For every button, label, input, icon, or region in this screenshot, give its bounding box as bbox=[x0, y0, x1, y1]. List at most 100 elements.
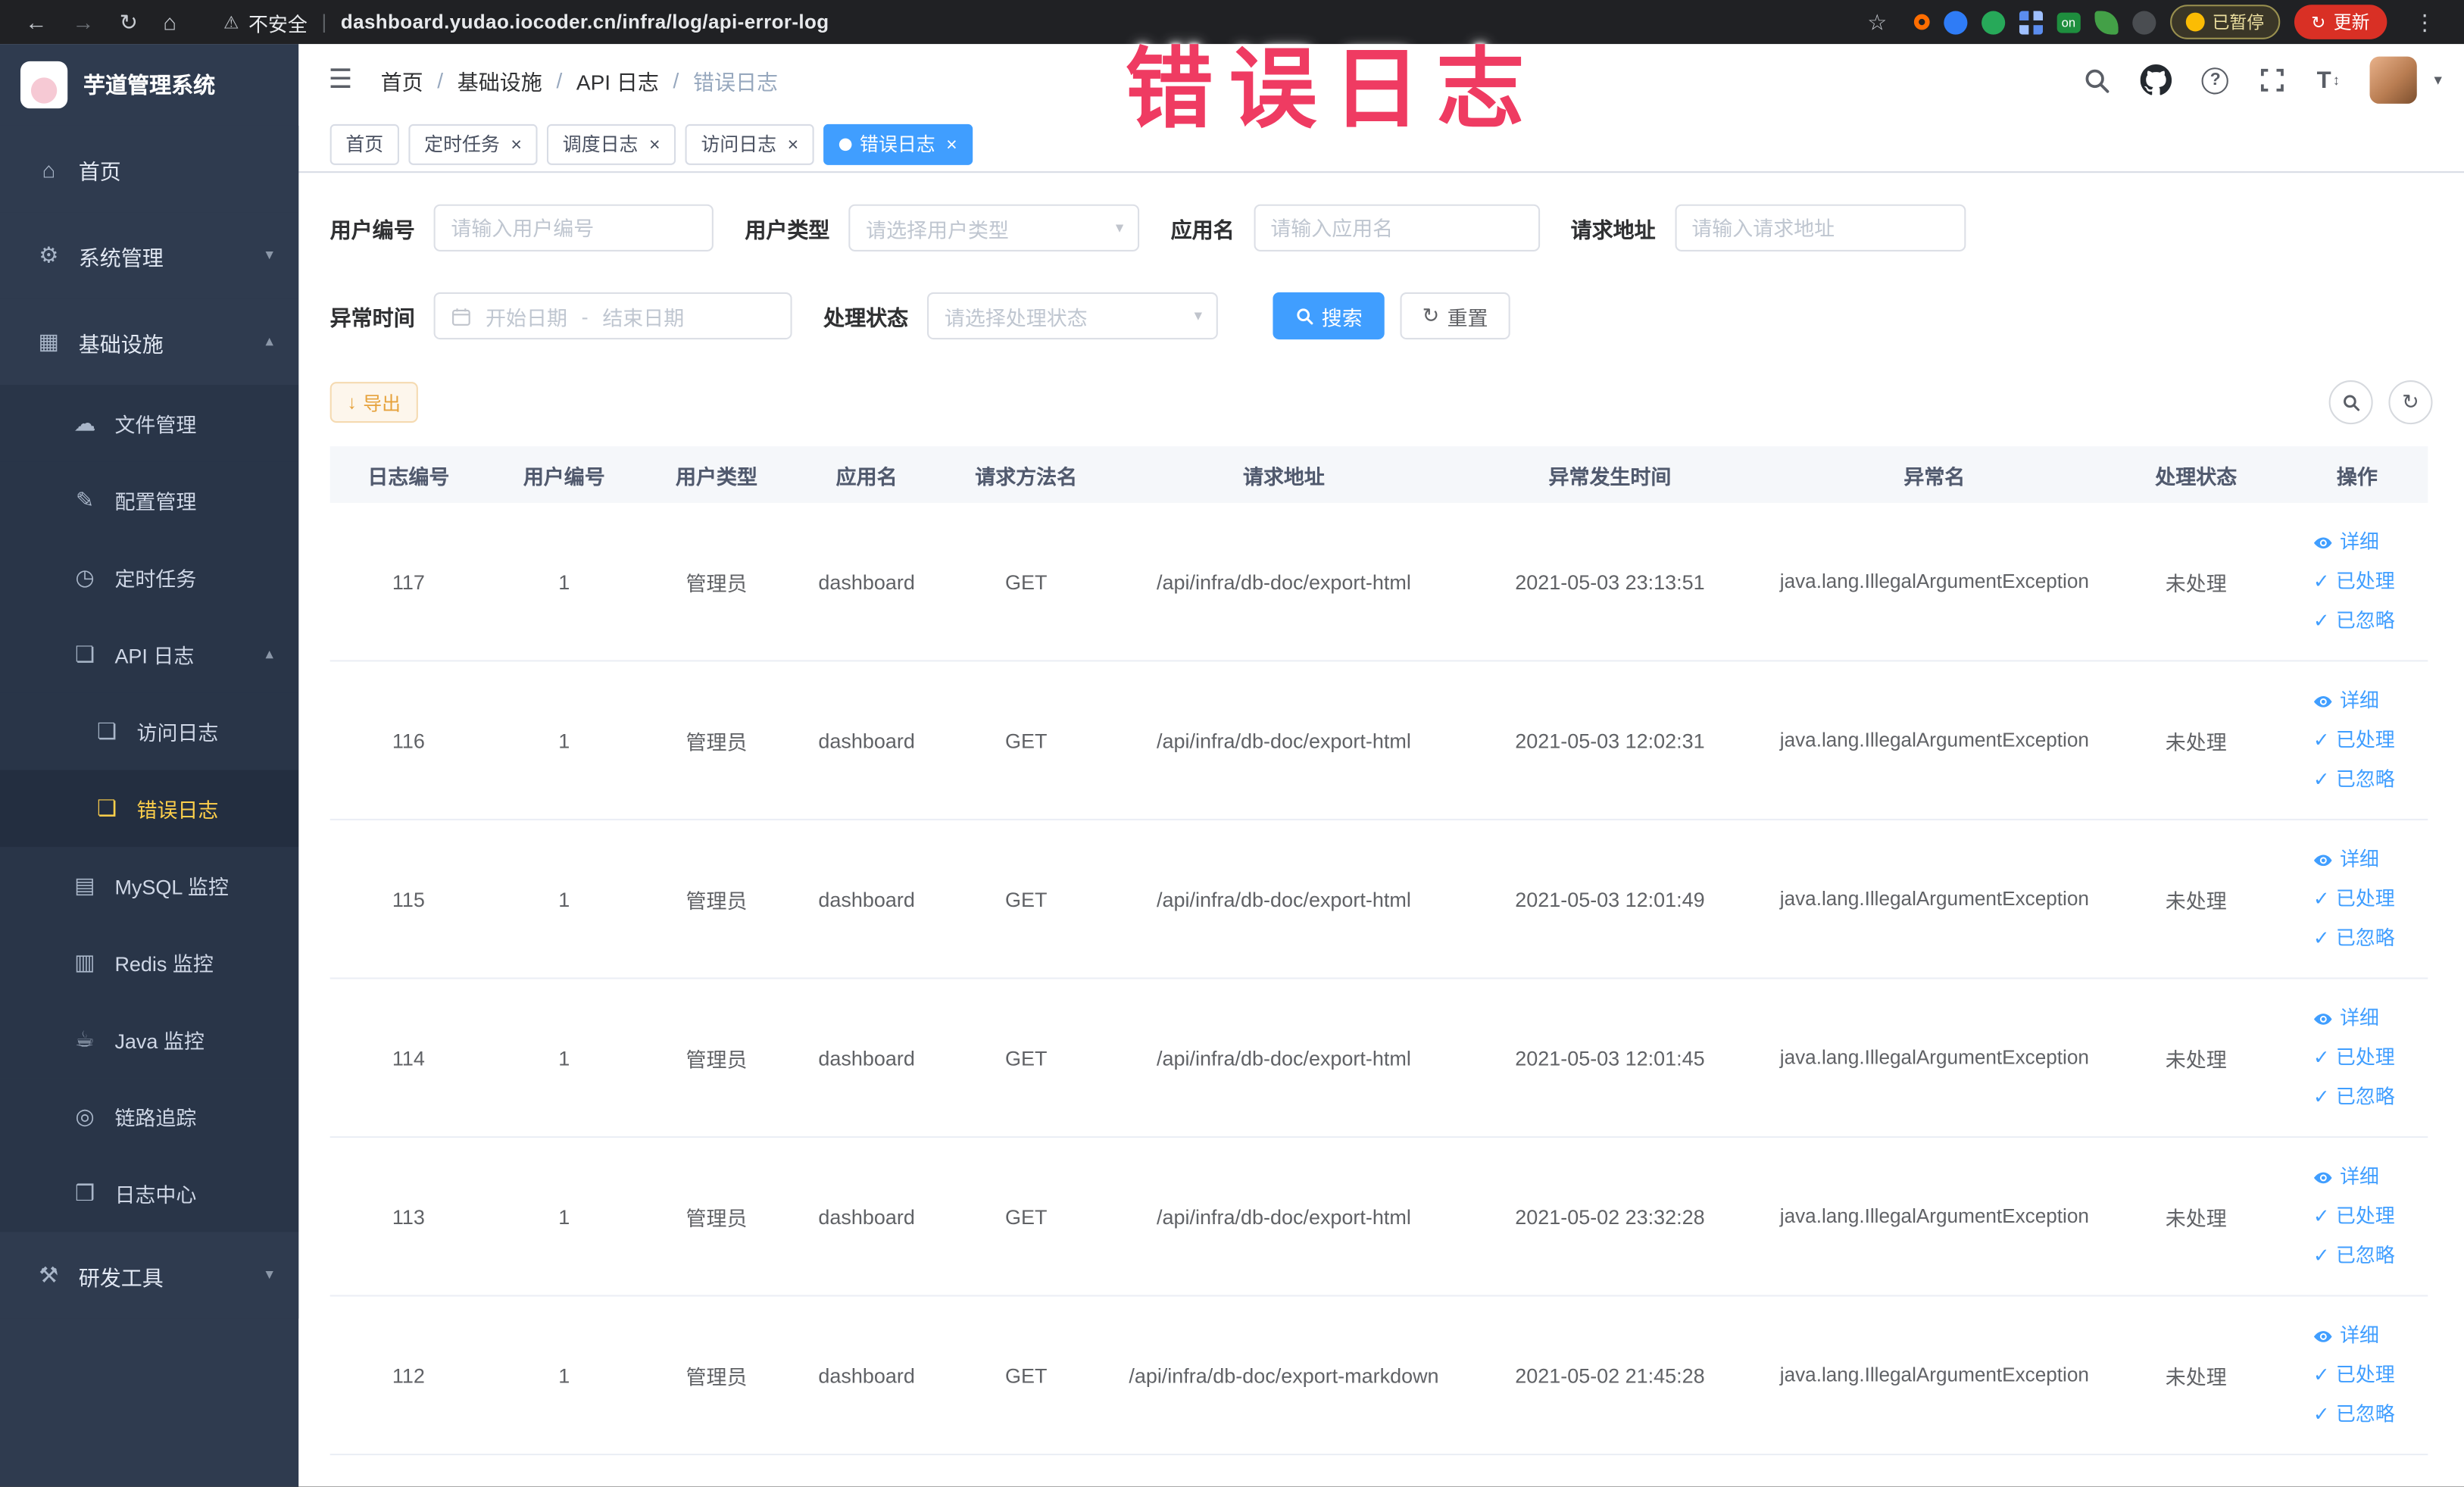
sidebar-item-system-management[interactable]: ⚙ 系统管理 ▾ bbox=[0, 212, 299, 299]
cell-method: GET bbox=[1004, 887, 1048, 911]
tab-scheduled-tasks[interactable]: 定时任务 × bbox=[408, 123, 538, 164]
blue-drop-extension-icon[interactable] bbox=[1944, 10, 1968, 34]
sidebar-item-label: 定时任务 bbox=[114, 567, 197, 592]
close-icon[interactable]: × bbox=[788, 134, 799, 153]
update-label: 更新 bbox=[2333, 14, 2370, 33]
back-icon[interactable]: ← bbox=[25, 9, 47, 34]
forward-icon[interactable]: → bbox=[72, 9, 94, 34]
blue-grid-extension-icon[interactable] bbox=[2019, 10, 2043, 34]
action-processed-link[interactable]: ✓ 已处理 bbox=[2313, 880, 2395, 918]
cell-id: 112 bbox=[392, 1363, 425, 1387]
action-processed-link[interactable]: ✓ 已处理 bbox=[2313, 563, 2395, 601]
process-status-select[interactable]: 请选择处理状态 ▾ bbox=[927, 292, 1218, 340]
sidebar-item-java-monitor[interactable]: ☕ Java 监控 bbox=[0, 1001, 299, 1079]
breadcrumb-item[interactable]: 基础设施 bbox=[458, 64, 542, 95]
table-toolbar: ↓ 导出 ↻ bbox=[329, 380, 2433, 425]
github-icon[interactable] bbox=[2141, 64, 2172, 95]
close-icon[interactable]: × bbox=[649, 134, 661, 153]
dark-paw-extension-icon[interactable] bbox=[2131, 10, 2156, 34]
user-id-input[interactable] bbox=[433, 204, 714, 251]
tab-error-log[interactable]: 错误日志 × bbox=[823, 123, 973, 164]
sidebar-item-file-management[interactable]: ☁ 文件管理 bbox=[0, 385, 299, 462]
tab-access-log[interactable]: 访问日志 × bbox=[685, 123, 814, 164]
green-leaf-extension-icon[interactable] bbox=[2094, 10, 2119, 34]
row-actions: 详细 ✓ 已处理 ✓ 已忽略 bbox=[2287, 1317, 2428, 1434]
action-detail-link[interactable]: 详细 bbox=[2313, 1158, 2379, 1196]
logo[interactable]: 芋道管理系统 bbox=[0, 44, 298, 126]
search-icon[interactable] bbox=[2082, 66, 2110, 94]
sidebar-toggle-icon[interactable]: ☰ bbox=[329, 64, 353, 95]
orange-ring-extension-icon[interactable] bbox=[1913, 14, 1930, 30]
refresh-table-button[interactable]: ↻ bbox=[2388, 380, 2433, 425]
paused-badge[interactable]: 已暂停 bbox=[2169, 5, 2280, 39]
action-processed-link[interactable]: ✓ 已处理 bbox=[2313, 721, 2395, 759]
action-ignored-link[interactable]: ✓ 已忽略 bbox=[2313, 1395, 2395, 1433]
update-button[interactable]: ↻ 更新 bbox=[2294, 5, 2387, 39]
app-name-input[interactable] bbox=[1253, 204, 1540, 251]
cell-user-type: 管理员 bbox=[685, 1206, 748, 1230]
bookmark-star-icon[interactable]: ☆ bbox=[1867, 8, 1887, 35]
table-row: 112 1 管理员 dashboard GET/api/infra/db-doc/exp… bbox=[329, 1297, 2428, 1456]
tab-home[interactable]: 首页 bbox=[329, 123, 399, 164]
action-detail-link[interactable]: 详细 bbox=[2313, 682, 2379, 720]
green-circle-extension-icon[interactable] bbox=[1981, 10, 2005, 34]
action-label: 已处理 bbox=[2335, 1205, 2395, 1228]
sidebar-item-error-log[interactable]: ❏ 错误日志 bbox=[0, 770, 299, 848]
request-url-input[interactable] bbox=[1674, 204, 1966, 251]
reload-icon[interactable]: ↻ bbox=[120, 8, 138, 35]
browser-menu-dots-icon[interactable]: ⋮ bbox=[2414, 8, 2436, 35]
close-icon[interactable]: × bbox=[946, 134, 957, 153]
sidebar-item-home[interactable]: ⌂ 首页 bbox=[0, 125, 299, 213]
help-icon[interactable]: ? bbox=[2202, 67, 2229, 94]
action-processed-link[interactable]: ✓ 已处理 bbox=[2313, 1356, 2395, 1394]
sidebar-item-infrastructure[interactable]: ▦ 基础设施 ▴ bbox=[0, 298, 299, 386]
sidebar-item-api-log[interactable]: ❏ API 日志 ▴ bbox=[0, 616, 299, 693]
sidebar-item-log-center[interactable]: ❒ 日志中心 bbox=[0, 1154, 299, 1232]
action-detail-link[interactable]: 详细 bbox=[2313, 999, 2379, 1037]
breadcrumb-item[interactable]: API 日志 bbox=[576, 64, 659, 95]
sidebar-item-config-management[interactable]: ✎ 配置管理 bbox=[0, 461, 299, 539]
action-ignored-link[interactable]: ✓ 已忽略 bbox=[2313, 761, 2395, 798]
action-detail-link[interactable]: 详细 bbox=[2313, 841, 2379, 879]
sidebar-item-access-log[interactable]: ❏ 访问日志 bbox=[0, 692, 299, 770]
action-detail-link[interactable]: 详细 bbox=[2313, 1317, 2379, 1355]
user-type-select[interactable]: 请选择用户类型 ▾ bbox=[848, 204, 1140, 251]
action-processed-link[interactable]: ✓ 已处理 bbox=[2313, 1039, 2395, 1076]
breadcrumb-item[interactable]: 首页 bbox=[381, 64, 423, 95]
export-button-label: 导出 bbox=[363, 392, 401, 414]
action-ignored-link[interactable]: ✓ 已忽略 bbox=[2313, 602, 2395, 640]
chevron-down-icon[interactable]: ▾ bbox=[2434, 71, 2442, 89]
tab-schedule-log[interactable]: 调度日志 × bbox=[547, 123, 676, 164]
sidebar-item-scheduled-tasks[interactable]: ◷ 定时任务 bbox=[0, 539, 299, 617]
update-refresh-icon: ↻ bbox=[2311, 13, 2326, 33]
close-icon[interactable]: × bbox=[511, 134, 522, 153]
tab-label: 访问日志 bbox=[701, 133, 777, 156]
cell-status: 未处理 bbox=[2165, 729, 2227, 754]
fullscreen-icon[interactable] bbox=[2259, 66, 2287, 94]
table-row: 117 1 管理员 dashboard GET/api/infra/db-doc/exp… bbox=[329, 503, 2428, 662]
search-button[interactable]: 搜索 bbox=[1273, 292, 1385, 340]
sidebar-item-mysql-monitor[interactable]: ▤ MySQL 监控 bbox=[0, 847, 299, 924]
action-label: 详细 bbox=[2340, 1166, 2380, 1189]
export-button[interactable]: ↓ 导出 bbox=[329, 382, 418, 423]
toggle-search-button[interactable] bbox=[2328, 380, 2373, 425]
green-on-extension-icon[interactable]: on bbox=[2056, 11, 2081, 33]
action-ignored-link[interactable]: ✓ 已忽略 bbox=[2313, 920, 2395, 957]
action-ignored-link[interactable]: ✓ 已忽略 bbox=[2313, 1237, 2395, 1275]
exception-time-range-picker[interactable]: 开始日期 - 结束日期 bbox=[433, 292, 792, 340]
font-size-icon[interactable]: T ↕ bbox=[2317, 67, 2340, 93]
action-processed-link[interactable]: ✓ 已处理 bbox=[2313, 1198, 2395, 1236]
action-ignored-link[interactable]: ✓ 已忽略 bbox=[2313, 1078, 2395, 1116]
sidebar-item-redis-monitor[interactable]: ▥ Redis 监控 bbox=[0, 923, 299, 1001]
address-bar[interactable]: ⚠ 不安全 | dashboard.yudao.iocoder.cn/infra… bbox=[223, 7, 829, 36]
cell-url: /api/infra/db-doc/export-html bbox=[1157, 1045, 1411, 1070]
sidebar-item-dev-tools[interactable]: ⚒ 研发工具 ▾ bbox=[0, 1232, 299, 1319]
reset-button[interactable]: ↻ 重置 bbox=[1400, 292, 1510, 340]
action-detail-link[interactable]: 详细 bbox=[2313, 523, 2379, 561]
avatar[interactable] bbox=[2369, 56, 2417, 104]
download-icon: ↓ bbox=[347, 391, 357, 414]
column-header: 异常名 bbox=[1903, 464, 1966, 489]
home-icon[interactable]: ⌂ bbox=[163, 9, 176, 34]
grid-icon: ▦ bbox=[38, 328, 60, 354]
sidebar-item-trace[interactable]: ◎ 链路追踪 bbox=[0, 1078, 299, 1155]
